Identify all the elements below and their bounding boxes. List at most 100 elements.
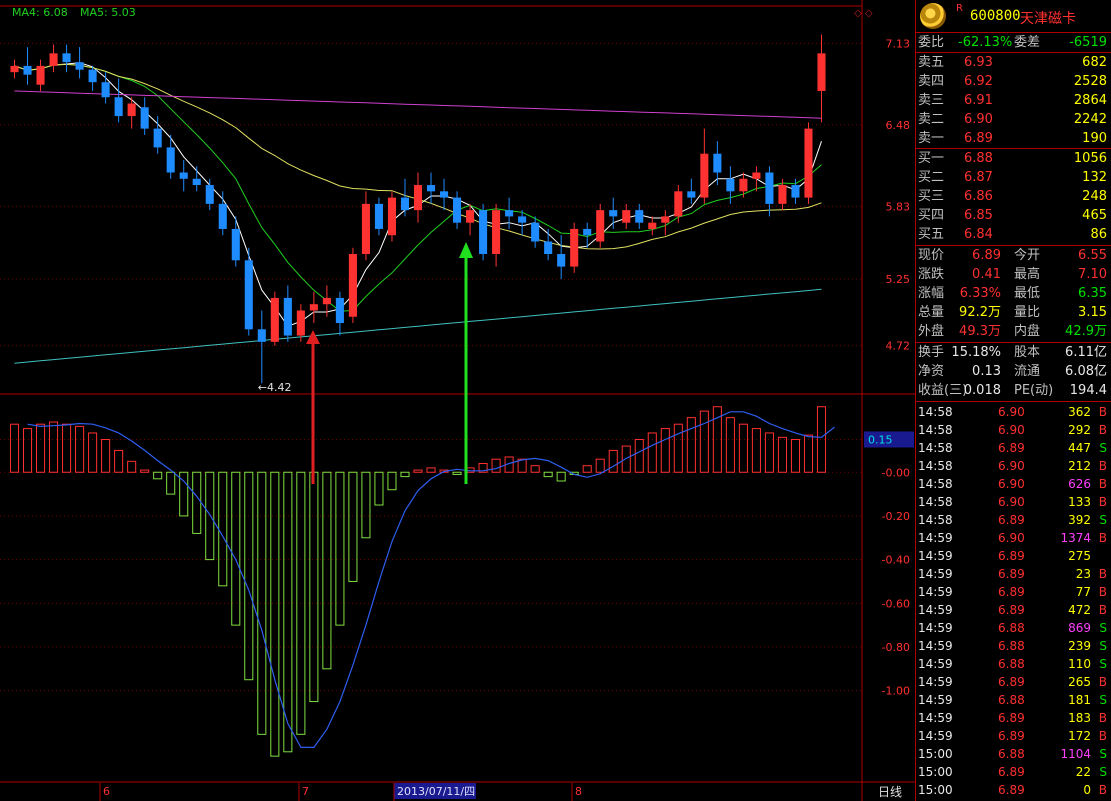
price-tick-label: 6.48: [886, 119, 911, 132]
ask-volume: 682: [1082, 55, 1107, 70]
tick-price: 6.90: [998, 495, 1025, 509]
tick-time: 14:58: [918, 495, 953, 509]
tick-price: 6.90: [998, 405, 1025, 419]
weibi-row: 委比 -62.13% 委差 -6519: [916, 33, 1111, 52]
tick-price: 6.89: [998, 585, 1025, 599]
stat-label: 总量: [918, 305, 945, 320]
fund-label: 收益(三): [918, 383, 968, 398]
candle-body: [583, 228, 592, 236]
candle-body: [609, 210, 618, 217]
tick-side: B: [1098, 585, 1107, 599]
tick-volume: 869: [1068, 621, 1091, 635]
candle-body: [218, 203, 227, 229]
settings-icon[interactable]: ◇ ◇: [854, 8, 873, 19]
candle-body: [205, 185, 214, 204]
stat-value: 49.3万: [959, 324, 1001, 339]
tick-time: 14:59: [918, 585, 953, 599]
tick-time: 15:00: [918, 783, 953, 797]
candle-body: [309, 304, 318, 311]
ask-price: 6.91: [964, 93, 993, 108]
tick-volume: 626: [1068, 477, 1091, 491]
bid-row: 买三 6.86 248: [916, 187, 1111, 206]
candle-body: [726, 178, 735, 192]
osc-tick-label: -0.00: [882, 466, 910, 479]
fundamental-row: 收益(三) 0.018 PE(动) 194.4: [916, 381, 1111, 400]
tick-row: 14:59 6.89 77 B: [916, 583, 1111, 601]
divider: [916, 401, 1111, 402]
stock-code: 600800: [970, 8, 1021, 24]
tick-volume: 1374: [1060, 531, 1091, 545]
tick-row: 14:58 6.90 626 B: [916, 475, 1111, 493]
kline-chart[interactable]: ←4.42 7.13 6.48 5.83 5.25 4.72 0.15 -0.00 -0.20…: [0, 0, 916, 801]
tick-volume: 77: [1075, 585, 1091, 599]
tick-time: 14:59: [918, 729, 953, 743]
candle-body: [700, 153, 709, 198]
tick-row: 14:59 6.88 239 S: [916, 637, 1111, 655]
bid-row: 买五 6.84 86: [916, 225, 1111, 244]
tick-side: B: [1098, 477, 1107, 491]
bid-row: 买四 6.85 465: [916, 206, 1111, 225]
tick-price: 6.88: [998, 747, 1025, 761]
tick-price: 6.89: [998, 711, 1025, 725]
candle-body: [127, 103, 136, 117]
candle-body: [10, 65, 19, 73]
price-tick-label: 5.25: [886, 273, 911, 286]
ask-label: 卖二: [918, 112, 945, 127]
weicha-label: 委差: [1014, 35, 1041, 50]
bid-price: 6.88: [964, 151, 993, 166]
candle-body: [296, 310, 305, 336]
tick-row: 15:00 6.88 1104 S: [916, 745, 1111, 763]
candle-body: [88, 69, 97, 83]
candle-body: [62, 53, 71, 63]
candle-body: [153, 128, 162, 148]
osc-current-label: 0.15: [868, 433, 893, 446]
stat-row: 涨跌 0.41 最高 7.10: [916, 265, 1111, 284]
candle-body: [713, 153, 722, 173]
candle-body: [635, 210, 644, 223]
candle-body: [114, 97, 123, 117]
candle-body: [426, 185, 436, 192]
tick-time: 14:58: [918, 441, 953, 455]
bid-label: 买二: [918, 170, 945, 185]
tick-volume: 1104: [1060, 747, 1091, 761]
ask-volume: 2528: [1073, 74, 1107, 89]
stat-value: 3.15: [1078, 305, 1107, 320]
tick-volume: 133: [1068, 495, 1091, 509]
tick-side: S: [1099, 657, 1107, 671]
candle-body: [231, 228, 240, 261]
tick-price: 6.90: [998, 477, 1025, 491]
chart-background: [0, 0, 916, 801]
low-price-label: ←4.42: [258, 381, 292, 394]
candle-body: [192, 178, 201, 186]
fund-value: 6.08亿: [1065, 364, 1107, 379]
bid-row: 买一 6.88 1056: [916, 149, 1111, 168]
tick-volume: 292: [1068, 423, 1091, 437]
ask-row: 卖四 6.92 2528: [916, 72, 1111, 91]
tick-side: B: [1098, 531, 1107, 545]
brand-logo-icon: [920, 3, 946, 29]
ask-label: 卖五: [918, 55, 945, 70]
tick-time: 14:59: [918, 531, 953, 545]
x-tick-label: 8: [575, 785, 582, 798]
tick-time: 14:59: [918, 711, 953, 725]
stat-value: 6.33%: [959, 286, 1001, 301]
tick-row: 14:58 6.89 392 S: [916, 511, 1111, 529]
osc-tick-label: -0.60: [882, 597, 910, 610]
tick-side: B: [1098, 405, 1107, 419]
weicha-value: -6519: [1069, 35, 1107, 50]
candle-body: [335, 297, 344, 324]
fund-value: 15.18%: [951, 345, 1001, 360]
panel-divider: [915, 0, 916, 801]
tick-time: 14:59: [918, 603, 953, 617]
fundamental-row: 换手 15.18% 股本 6.11亿: [916, 343, 1111, 362]
candle-body: [283, 297, 292, 336]
tick-side: B: [1098, 567, 1107, 581]
candle-body: [453, 197, 462, 223]
stat-label: 最低: [1014, 286, 1041, 301]
stat-label: 内盘: [1014, 324, 1041, 339]
bid-volume: 132: [1082, 170, 1107, 185]
tick-volume: 392: [1068, 513, 1091, 527]
price-tick-label: 4.72: [886, 340, 911, 353]
bid-label: 买三: [918, 189, 945, 204]
quote-panel: R 600800 天津磁卡 委比 -62.13% 委差 -6519 卖五 6.93 682 卖…: [916, 0, 1111, 801]
